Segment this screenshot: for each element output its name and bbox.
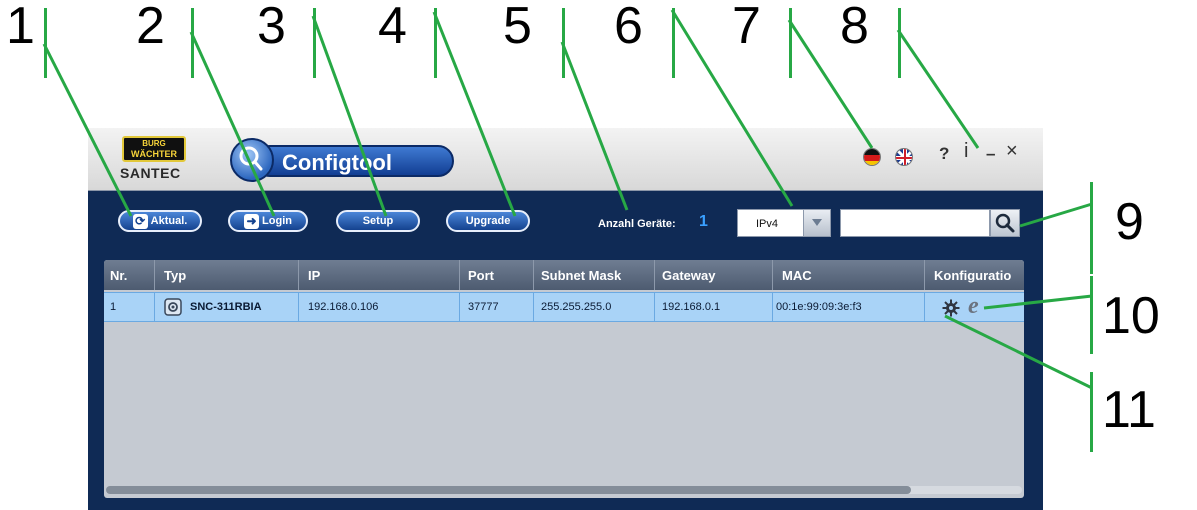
horizontal-scrollbar[interactable] [106, 486, 1022, 494]
callout-bar-11 [1090, 372, 1093, 452]
gear-icon[interactable] [942, 299, 960, 322]
cell-nr: 1 [110, 301, 117, 313]
refresh-button[interactable]: ⟳ Aktual. [118, 210, 202, 232]
login-button-label: Login [262, 215, 292, 227]
ie-browser-icon[interactable]: e [968, 294, 979, 318]
setup-button-label: Setup [362, 215, 394, 227]
search-icon [995, 213, 1015, 233]
callout-bar-4 [434, 8, 437, 78]
setup-button[interactable]: Setup [336, 210, 420, 232]
callout-bar-3 [313, 8, 316, 78]
camera-icon [164, 298, 182, 321]
callout-number-7: 7 [732, 0, 761, 55]
device-count-value: 1 [699, 213, 708, 230]
column-header-mac[interactable]: MAC [782, 268, 812, 283]
german-flag-icon[interactable] [863, 148, 881, 166]
logo-text-bottom: WÄCHTER [131, 149, 177, 159]
device-table: Nr. Typ IP Port Subnet Mask Gateway MAC … [104, 260, 1024, 498]
callout-number-8: 8 [840, 0, 869, 55]
minimize-button[interactable]: – [986, 144, 995, 164]
table-header: Nr. Typ IP Port Subnet Mask Gateway MAC … [104, 260, 1024, 290]
callout-bar-10 [1090, 276, 1093, 354]
table-row[interactable]: 1 SNC-311RBIA 192.168.0.106 37777 255.25… [104, 292, 1024, 322]
santec-logo: BURG WÄCHTER SANTEC [120, 136, 196, 184]
cell-typ: SNC-311RBIA [190, 301, 262, 313]
callout-number-3: 3 [257, 0, 286, 55]
callout-bar-2 [191, 8, 194, 78]
cell-gateway: 192.168.0.1 [662, 301, 721, 313]
cell-ip: 192.168.0.106 [308, 301, 379, 313]
upgrade-button-label: Upgrade [465, 215, 511, 227]
callout-bar-6 [672, 8, 675, 78]
cell-port: 37777 [468, 301, 499, 313]
ip-version-select[interactable]: IPv4 [737, 209, 831, 237]
cell-subnet: 255.255.255.0 [541, 301, 612, 313]
configtool-window: BURG WÄCHTER SANTEC Configtool ? i – × ⟳… [88, 128, 1043, 510]
app-title-badge: Configtool [230, 138, 456, 182]
login-icon: ➜ [244, 213, 260, 229]
column-header-config[interactable]: Konfiguratio [934, 268, 1011, 283]
callout-number-4: 4 [378, 0, 407, 55]
search-button[interactable] [990, 209, 1020, 237]
scrollbar-thumb[interactable] [106, 486, 911, 494]
callout-number-5: 5 [503, 0, 532, 55]
column-header-port[interactable]: Port [468, 268, 494, 283]
chevron-down-icon[interactable] [803, 210, 830, 236]
callout-number-2: 2 [136, 0, 165, 55]
app-title: Configtool [282, 150, 392, 175]
logo-subtitle: SANTEC [120, 165, 181, 181]
callout-number-6: 6 [614, 0, 643, 55]
callout-bar-1 [44, 8, 47, 78]
upgrade-button[interactable]: Upgrade [446, 210, 530, 232]
cell-mac: 00:1e:99:09:3e:f3 [776, 301, 862, 313]
callout-bar-7 [789, 8, 792, 78]
callout-number-1: 1 [6, 0, 35, 55]
close-button[interactable]: × [1006, 140, 1018, 163]
refresh-icon: ⟳ [132, 213, 148, 229]
column-header-gateway[interactable]: Gateway [662, 268, 715, 283]
device-count-label: Anzahl Geräte: [598, 218, 676, 230]
callout-bar-9 [1090, 182, 1093, 274]
info-button[interactable]: i [964, 140, 968, 163]
callout-number-9: 9 [1115, 193, 1144, 251]
column-header-nr[interactable]: Nr. [110, 268, 127, 283]
login-button[interactable]: ➜ Login [228, 210, 308, 232]
column-header-typ[interactable]: Typ [164, 268, 186, 283]
logo-text-top: BURG [142, 139, 166, 148]
search-input[interactable] [840, 209, 990, 237]
help-button[interactable]: ? [939, 144, 949, 164]
column-header-subnet[interactable]: Subnet Mask [541, 268, 621, 283]
callout-number-11: 11 [1102, 381, 1156, 439]
column-header-ip[interactable]: IP [308, 268, 320, 283]
refresh-button-label: Aktual. [150, 215, 188, 227]
uk-flag-icon[interactable] [895, 148, 913, 166]
callout-bar-8 [898, 8, 901, 78]
ip-version-value: IPv4 [756, 218, 779, 230]
magnifier-icon [230, 138, 274, 182]
callout-bar-5 [562, 8, 565, 78]
title-bar: BURG WÄCHTER SANTEC Configtool ? i – × [88, 128, 1043, 191]
callout-number-10: 10 [1102, 287, 1160, 345]
